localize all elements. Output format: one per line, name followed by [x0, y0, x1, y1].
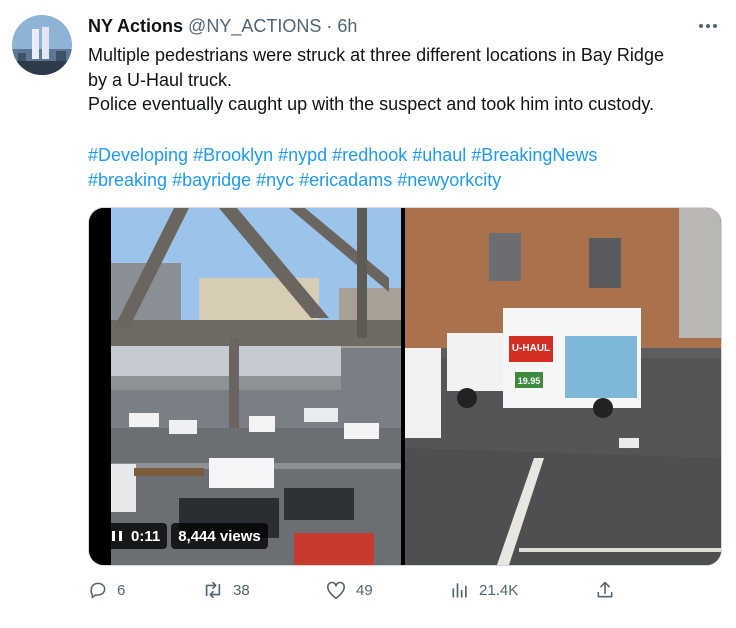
- tweet-action-bar: 6 38 49 21.4K: [0, 580, 736, 606]
- hashtag-link[interactable]: #uhaul: [412, 145, 466, 165]
- hashtag-link[interactable]: #Developing: [88, 145, 188, 165]
- like-count: 49: [356, 581, 373, 599]
- author-name[interactable]: NY Actions: [88, 16, 183, 36]
- views-button[interactable]: 21.4K: [450, 580, 518, 600]
- hashtag-link[interactable]: #breaking: [88, 170, 167, 190]
- share-icon: [597, 581, 613, 598]
- more-options-button[interactable]: [694, 14, 722, 38]
- video-time: 0:11: [131, 527, 161, 545]
- views-count: 21.4K: [479, 581, 519, 599]
- more-dots-icon: [699, 24, 717, 28]
- video-frame-left: [111, 208, 401, 565]
- hashtag-link[interactable]: #Brooklyn: [193, 145, 273, 165]
- hashtag-link[interactable]: #ericadams: [299, 170, 392, 190]
- retweet-count: 38: [233, 581, 250, 599]
- tweet-header: NY Actions @NY_ACTIONS · 6h: [88, 16, 357, 37]
- hashtag-link[interactable]: #bayridge: [172, 170, 251, 190]
- author-avatar[interactable]: [12, 15, 72, 75]
- reply-button[interactable]: 6: [88, 580, 125, 600]
- author-handle[interactable]: @NY_ACTIONS: [188, 16, 321, 36]
- retweet-button[interactable]: 38: [202, 580, 250, 600]
- hashtags: #Developing #Brooklyn #nypd #redhook #uhaul #…: [88, 143, 602, 192]
- tweet-text: Multiple pedestrians were struck at thre…: [88, 43, 728, 117]
- pause-icon: [112, 531, 122, 541]
- heart-icon: [326, 581, 346, 599]
- hashtag-link[interactable]: #redhook: [332, 145, 407, 165]
- video-time-pill[interactable]: 0:11: [104, 523, 168, 549]
- video-views-pill: 8,444 views: [171, 523, 268, 549]
- truck-brand-label: U-HAUL: [512, 343, 550, 354]
- reply-count: 6: [117, 581, 126, 599]
- bar-chart-icon: [452, 583, 467, 598]
- tweet-text-line: by a U-Haul truck.: [88, 69, 233, 90]
- video-info-badge: 0:11 8,444 views: [104, 523, 268, 549]
- truck-price-label: 19.95: [518, 376, 541, 386]
- hashtag-link[interactable]: #nyc: [256, 170, 294, 190]
- video-player[interactable]: U-HAUL 19.95: [88, 207, 722, 566]
- like-button[interactable]: 49: [325, 580, 373, 600]
- tweet-text-line: Multiple pedestrians were struck at thre…: [88, 45, 664, 65]
- separator-dot: ·: [326, 16, 333, 36]
- tweet-timestamp[interactable]: 6h: [337, 16, 357, 36]
- tweet-text-line: Police eventually caught up with the sus…: [88, 94, 654, 114]
- share-button[interactable]: [595, 580, 615, 600]
- hashtag-link[interactable]: #nypd: [278, 145, 327, 165]
- hashtag-link[interactable]: #BreakingNews: [471, 145, 597, 165]
- reply-icon: [90, 582, 106, 599]
- hashtag-link[interactable]: #newyorkcity: [397, 170, 501, 190]
- video-frame-right: U-HAUL 19.95: [405, 208, 721, 565]
- video-views: 8,444 views: [178, 527, 261, 545]
- retweet-icon: [205, 581, 221, 599]
